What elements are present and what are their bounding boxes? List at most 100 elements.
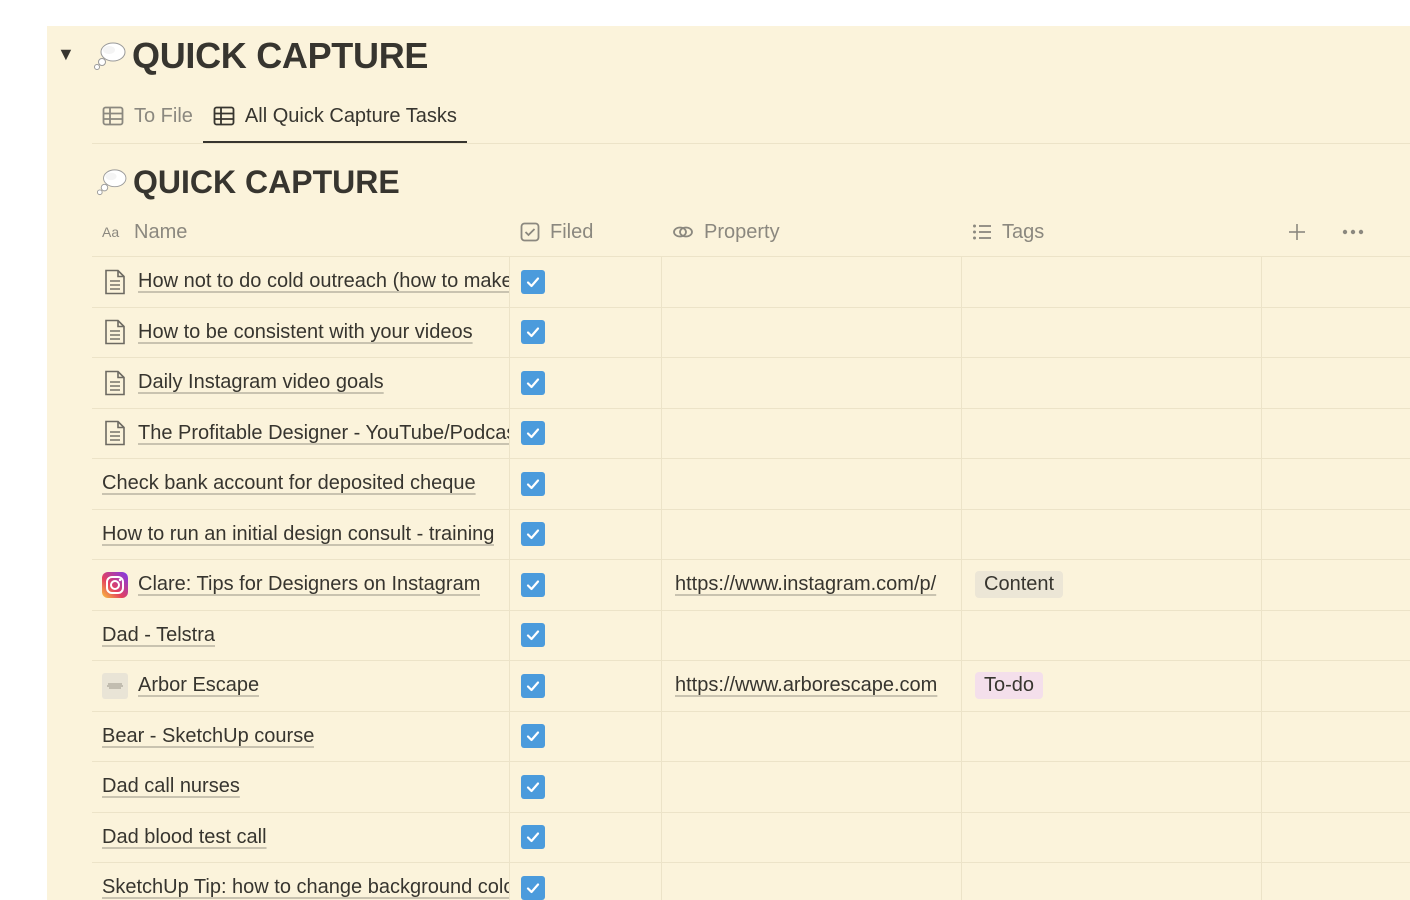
tags-cell[interactable] [962, 257, 1262, 307]
page-icon [102, 269, 128, 295]
name-cell[interactable]: Dad - Telstra [92, 610, 510, 660]
filed-cell [510, 560, 662, 610]
add-property-icon[interactable] [1288, 223, 1306, 241]
row-title[interactable]: SketchUp Tip: how to change background c… [102, 876, 509, 899]
tags-cell[interactable]: To-do [962, 661, 1262, 711]
table-row[interactable]: Clare: Tips for Designers on Instagram ht… [92, 560, 1410, 611]
row-title[interactable]: Clare: Tips for Designers on Instagram [138, 573, 480, 596]
filed-cell [510, 762, 662, 812]
property-cell[interactable] [662, 408, 962, 458]
filed-checkbox[interactable] [521, 875, 545, 900]
name-cell[interactable]: Bear - SketchUp course [92, 711, 510, 761]
empty-cell [1262, 661, 1410, 711]
row-title[interactable]: How to run an initial design consult - t… [102, 523, 494, 546]
filed-checkbox[interactable] [521, 269, 545, 294]
filed-checkbox[interactable] [521, 623, 545, 648]
filed-checkbox[interactable] [521, 522, 545, 547]
property-cell[interactable] [662, 307, 962, 357]
name-cell[interactable]: Dad blood test call [92, 812, 510, 862]
empty-cell [1262, 510, 1410, 560]
table-row[interactable]: Bear - SketchUp course [92, 711, 1410, 762]
row-title[interactable]: How to be consistent with your videos [138, 321, 473, 344]
property-cell[interactable] [662, 257, 962, 307]
row-title[interactable]: Dad call nurses [102, 775, 240, 798]
name-cell[interactable]: Daily Instagram video goals [92, 358, 510, 408]
table-row[interactable]: Check bank account for deposited cheque [92, 459, 1410, 510]
property-cell[interactable] [662, 812, 962, 862]
empty-cell [1262, 611, 1410, 661]
property-cell[interactable] [662, 610, 962, 660]
row-title[interactable]: Check bank account for deposited cheque [102, 472, 476, 495]
property-cell[interactable]: https://www.arborescape.com [662, 661, 962, 711]
column-header-property[interactable]: Property [662, 208, 962, 256]
row-title[interactable]: How not to do cold outreach (how to make… [138, 270, 509, 293]
name-cell[interactable]: How to run an initial design consult - t… [92, 509, 510, 559]
property-cell[interactable]: https://www.instagram.com/p/ [662, 560, 962, 610]
tags-cell[interactable] [962, 307, 1262, 357]
name-cell[interactable]: Clare: Tips for Designers on Instagram [92, 560, 510, 610]
filed-cell [510, 257, 662, 307]
name-cell[interactable]: The Profitable Designer - YouTube/Podcas… [92, 408, 510, 458]
row-title[interactable]: Arbor Escape [138, 674, 259, 697]
table-body: How not to do cold outreach (how to make… [92, 257, 1410, 900]
tags-cell[interactable] [962, 509, 1262, 559]
table-row[interactable]: Dad - Telstra [92, 610, 1410, 661]
table-row[interactable]: How to be consistent with your videos [92, 307, 1410, 358]
url-link[interactable]: https://www.arborescape.com [675, 674, 961, 697]
table-row[interactable]: The Profitable Designer - YouTube/Podcas… [92, 408, 1410, 459]
filed-checkbox[interactable] [521, 320, 545, 345]
property-cell[interactable] [662, 358, 962, 408]
filed-checkbox[interactable] [521, 724, 545, 749]
property-cell[interactable] [662, 863, 962, 900]
tags-cell[interactable] [962, 762, 1262, 812]
collapse-toggle-icon[interactable]: ▼ [57, 44, 75, 64]
table-row[interactable]: Dad call nurses [92, 762, 1410, 813]
section-title: QUICK CAPTURE [132, 35, 429, 76]
table-row[interactable]: How to run an initial design consult - t… [92, 509, 1410, 560]
filed-checkbox[interactable] [521, 673, 545, 698]
name-cell[interactable]: SketchUp Tip: how to change background c… [92, 863, 510, 900]
tags-cell[interactable] [962, 610, 1262, 660]
tags-cell[interactable] [962, 358, 1262, 408]
database-title[interactable]: QUICK CAPTURE [133, 164, 400, 201]
filed-checkbox[interactable] [521, 421, 545, 446]
name-cell[interactable]: How to be consistent with your videos [92, 307, 510, 357]
tags-cell[interactable] [962, 408, 1262, 458]
row-title[interactable]: Daily Instagram video goals [138, 371, 384, 394]
filed-checkbox[interactable] [521, 572, 545, 597]
tab-to-file[interactable]: To File [92, 96, 203, 136]
url-link[interactable]: https://www.instagram.com/p/ [675, 573, 961, 596]
filed-checkbox[interactable] [521, 774, 545, 799]
tags-cell[interactable]: Content [962, 560, 1262, 610]
row-title[interactable]: Dad - Telstra [102, 624, 215, 647]
row-title[interactable]: Dad blood test call [102, 826, 267, 849]
tags-cell[interactable] [962, 812, 1262, 862]
name-cell[interactable]: How not to do cold outreach (how to make… [92, 257, 510, 307]
property-cell[interactable] [662, 711, 962, 761]
property-cell[interactable] [662, 762, 962, 812]
filed-checkbox[interactable] [521, 825, 545, 850]
more-options-icon[interactable] [1342, 229, 1364, 235]
filed-checkbox[interactable] [521, 370, 545, 395]
tags-cell[interactable] [962, 459, 1262, 509]
name-cell[interactable]: Dad call nurses [92, 762, 510, 812]
tags-cell[interactable] [962, 863, 1262, 900]
table-row[interactable]: How not to do cold outreach (how to make… [92, 257, 1410, 308]
column-header-tags[interactable]: Tags [962, 208, 1262, 256]
table-row[interactable]: SketchUp Tip: how to change background c… [92, 863, 1410, 900]
column-header-name[interactable]: Aa Name [92, 208, 510, 256]
property-cell[interactable] [662, 509, 962, 559]
tab-all-quick-capture-tasks[interactable]: All Quick Capture Tasks [202, 96, 467, 144]
name-cell[interactable]: Check bank account for deposited cheque [92, 459, 510, 509]
property-cell[interactable] [662, 459, 962, 509]
table-row[interactable]: Dad blood test call [92, 812, 1410, 863]
row-title[interactable]: Bear - SketchUp course [102, 725, 314, 748]
filed-checkbox[interactable] [521, 471, 545, 496]
name-cell[interactable]: Arbor Escape [92, 661, 510, 711]
table-row[interactable]: Daily Instagram video goals [92, 358, 1410, 409]
table-row[interactable]: Arbor Escape https://www.arborescape.com T… [92, 661, 1410, 712]
column-header-filed[interactable]: Filed [510, 208, 662, 256]
tab-label: To File [134, 104, 193, 127]
tags-cell[interactable] [962, 711, 1262, 761]
row-title[interactable]: The Profitable Designer - YouTube/Podcas… [138, 422, 509, 445]
